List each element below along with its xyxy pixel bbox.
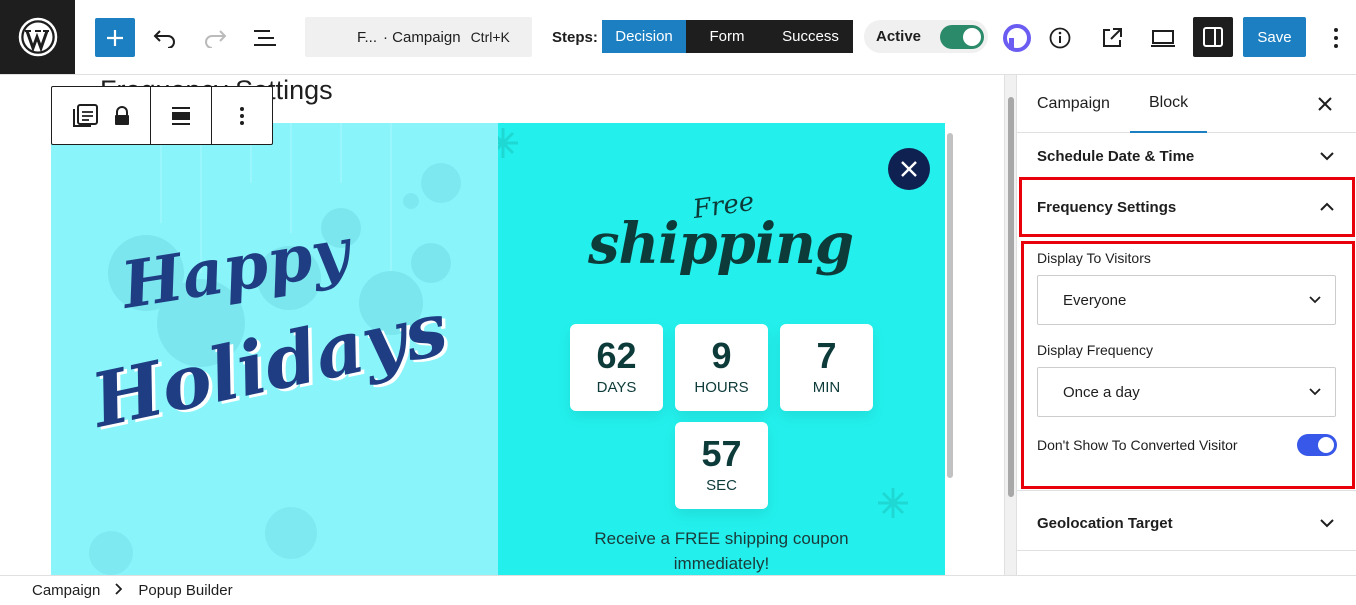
display-frequency-value: Once a day bbox=[1063, 383, 1140, 401]
step-success[interactable]: Success bbox=[768, 20, 853, 53]
settings-panel: Campaign Block Schedule Date & Time Freq… bbox=[1016, 75, 1356, 575]
undo-icon bbox=[153, 30, 175, 48]
external-link-icon bbox=[1103, 28, 1122, 47]
close-panel-button[interactable] bbox=[1317, 75, 1333, 133]
document-type: · Campaign bbox=[383, 28, 461, 46]
schedule-section-title: Schedule Date & Time bbox=[1037, 147, 1195, 165]
block-options-button[interactable] bbox=[212, 87, 272, 144]
status-label: Active bbox=[876, 28, 922, 45]
promo-line-1: Receive a FREE shipping coupon bbox=[594, 529, 849, 548]
promo-line-2: immediately! bbox=[673, 554, 770, 573]
close-icon bbox=[901, 161, 917, 177]
countdown-days: 62 DAYS bbox=[570, 324, 663, 411]
display-frequency-label: Display Frequency bbox=[1037, 342, 1153, 358]
more-vertical-icon bbox=[240, 106, 244, 125]
shortcut-hint: Ctrl+K bbox=[470, 29, 510, 45]
plugin-logo-icon bbox=[1003, 24, 1031, 52]
wordpress-icon bbox=[18, 17, 57, 57]
active-toggle[interactable] bbox=[940, 25, 984, 49]
breadcrumb-popup-builder[interactable]: Popup Builder bbox=[138, 582, 232, 599]
canvas-scrollbar[interactable] bbox=[1004, 75, 1016, 575]
list-view-icon bbox=[254, 30, 276, 46]
details-button[interactable] bbox=[1045, 23, 1075, 53]
countdown-minutes-unit: MIN bbox=[812, 379, 841, 396]
dont-show-toggle[interactable] bbox=[1297, 434, 1337, 456]
chevron-down-icon bbox=[1309, 296, 1321, 304]
dont-show-label: Don't Show To Converted Visitor bbox=[1037, 437, 1238, 453]
options-menu-button[interactable] bbox=[1322, 23, 1350, 53]
lock-icon bbox=[115, 105, 129, 125]
display-to-visitors-select[interactable]: Everyone bbox=[1037, 275, 1336, 325]
view-page-button[interactable] bbox=[1097, 23, 1127, 53]
tab-campaign[interactable]: Campaign bbox=[1037, 75, 1110, 133]
tab-block[interactable]: Block bbox=[1130, 75, 1208, 133]
countdown-seconds: 57 SEC bbox=[675, 422, 768, 509]
countdown-minutes-value: 7 bbox=[816, 335, 837, 376]
chevron-down-icon bbox=[1320, 152, 1334, 161]
geolocation-section-title: Geolocation Target bbox=[1037, 514, 1173, 532]
panel-tabs: Campaign Block bbox=[1017, 75, 1356, 133]
editor-canvas: Frequency Settings Happy Holidays Holida… bbox=[0, 75, 1003, 575]
display-to-visitors-value: Everyone bbox=[1063, 291, 1127, 309]
shipping-text: shipping bbox=[588, 211, 854, 277]
redo-icon bbox=[205, 30, 227, 48]
block-toolbar bbox=[51, 86, 273, 145]
countdown-seconds-unit: SEC bbox=[706, 477, 737, 494]
promo-text: Receive a FREE shipping coupon immediate… bbox=[498, 526, 945, 575]
geolocation-section-header[interactable]: Geolocation Target bbox=[1017, 499, 1356, 547]
block-type-group[interactable] bbox=[52, 87, 151, 144]
countdown-days-value: 62 bbox=[596, 335, 637, 376]
countdown-seconds-value: 57 bbox=[701, 433, 742, 474]
display-to-visitors-label: Display To Visitors bbox=[1037, 250, 1151, 266]
chevron-up-icon bbox=[1320, 202, 1334, 211]
more-vertical-icon bbox=[1334, 28, 1338, 48]
countdown-days-unit: DAYS bbox=[596, 379, 637, 396]
editor-toolbar: F... · Campaign Ctrl+K Steps: Decision F… bbox=[0, 0, 1356, 75]
undo-button[interactable] bbox=[148, 24, 182, 52]
countdown-hours-unit: HOURS bbox=[694, 379, 749, 396]
block-icon bbox=[73, 103, 98, 127]
redo-button[interactable] bbox=[198, 24, 232, 52]
chevron-down-icon bbox=[1309, 388, 1321, 396]
document-overview-button[interactable] bbox=[248, 24, 282, 52]
info-icon bbox=[1049, 27, 1071, 49]
popup-close-button[interactable] bbox=[888, 148, 930, 190]
frequency-section-title: Frequency Settings bbox=[1037, 198, 1177, 216]
breadcrumb-campaign[interactable]: Campaign bbox=[32, 582, 100, 599]
popup-image-panel[interactable]: Happy Holidays Holidays bbox=[51, 123, 498, 575]
step-form[interactable]: Form bbox=[686, 20, 768, 53]
schedule-section-header[interactable]: Schedule Date & Time bbox=[1017, 133, 1356, 179]
sidebar-icon bbox=[1203, 27, 1223, 47]
add-block-button[interactable] bbox=[95, 18, 135, 57]
breadcrumb: Campaign Popup Builder bbox=[0, 575, 1356, 605]
plus-icon bbox=[107, 29, 123, 46]
popup-scrollbar[interactable] bbox=[945, 123, 955, 575]
align-icon bbox=[172, 106, 190, 125]
step-decision[interactable]: Decision bbox=[602, 20, 686, 53]
settings-sidebar-button[interactable] bbox=[1193, 17, 1233, 57]
close-icon bbox=[1318, 97, 1332, 111]
chevron-down-icon bbox=[1320, 519, 1334, 528]
popup-scrollbar-thumb[interactable] bbox=[947, 133, 953, 478]
frequency-section-header[interactable]: Frequency Settings bbox=[1017, 181, 1356, 233]
display-frequency-select[interactable]: Once a day bbox=[1037, 367, 1336, 417]
chevron-right-icon bbox=[114, 582, 123, 599]
command-palette-button[interactable]: F... · Campaign Ctrl+K bbox=[305, 17, 532, 57]
popup-content-panel[interactable]: Free shipping 62 DAYS 9 HOURS 7 MIN 57 S… bbox=[498, 123, 945, 575]
countdown-hours: 9 HOURS bbox=[675, 324, 768, 411]
ornament-decoration: Happy Holidays Holidays bbox=[83, 123, 461, 575]
countdown-minutes: 7 MIN bbox=[780, 324, 873, 411]
wordpress-logo-button[interactable] bbox=[0, 0, 75, 74]
steps-label: Steps: bbox=[552, 29, 598, 46]
steps-switcher: Decision Form Success bbox=[602, 20, 853, 53]
align-button[interactable] bbox=[151, 87, 212, 144]
plugin-button[interactable] bbox=[1002, 23, 1032, 53]
countdown-hours-value: 9 bbox=[711, 335, 732, 376]
canvas-scrollbar-thumb[interactable] bbox=[1008, 97, 1014, 497]
document-title: F... bbox=[357, 28, 378, 46]
preview-button[interactable] bbox=[1147, 23, 1179, 53]
save-button[interactable]: Save bbox=[1243, 17, 1306, 57]
desktop-icon bbox=[1151, 30, 1175, 47]
